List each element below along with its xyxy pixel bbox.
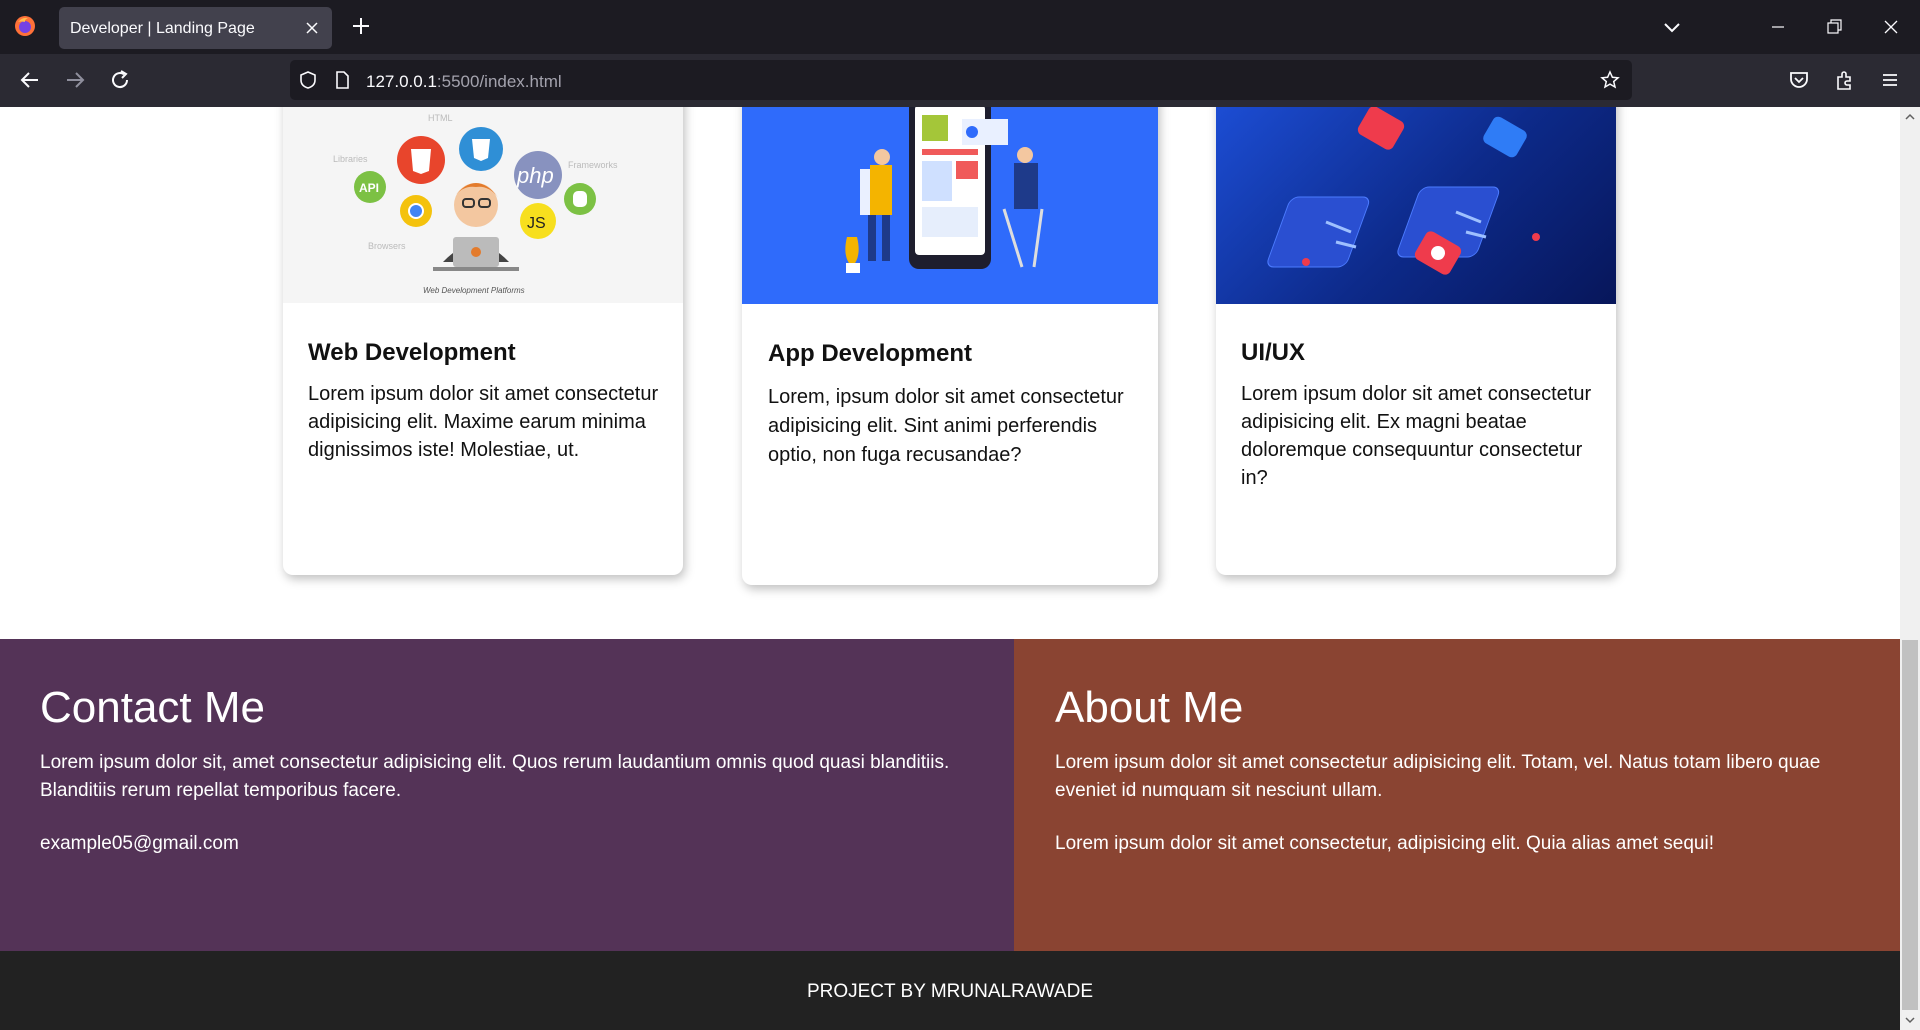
footer-credit: PROJECT BY MRUNALRAWADE [806, 981, 1094, 1002]
illustration-libraries-label: Libraries [333, 154, 368, 164]
restore-icon[interactable] [1823, 16, 1845, 38]
list-all-tabs-icon[interactable] [1664, 20, 1680, 34]
card-description: Lorem ipsum dolor sit amet consectetur a… [1241, 383, 1592, 489]
forward-arrow-icon[interactable] [63, 68, 87, 92]
illustration-frameworks-label: Frameworks [568, 160, 618, 170]
vertical-scrollbar[interactable] [1900, 107, 1920, 1030]
card-title: Web Development [308, 339, 516, 366]
app-development-illustration [742, 107, 1158, 304]
card-app-development: App Development Lorem, ipsum dolor sit a… [742, 107, 1158, 585]
developer-avatar-icon [454, 183, 498, 227]
bookmark-star-icon[interactable] [1600, 70, 1620, 90]
scroll-up-arrow-icon[interactable] [1904, 111, 1916, 123]
app-dev-illustration-graphic [845, 107, 1044, 273]
web-dev-illustration-graphic: HTML Libraries Frameworks Browsers php A… [333, 113, 618, 295]
api-badge-label: API [359, 181, 379, 195]
js-badge-label: JS [527, 215, 546, 232]
page-icon[interactable] [332, 70, 352, 90]
minimize-icon[interactable] [1767, 16, 1789, 38]
footer: PROJECT BY MRUNALRAWADE [0, 951, 1900, 1030]
shield-icon[interactable] [298, 70, 318, 90]
contact-section: Contact Me Lorem ipsum dolor sit, amet c… [0, 639, 1014, 951]
card-title: App Development [768, 340, 973, 367]
ui-ux-illustration-graphic [1267, 107, 1540, 275]
card-description: Lorem, ipsum dolor sit amet consectetur … [768, 386, 1124, 466]
illustration-browsers-label: Browsers [368, 241, 406, 251]
extensions-icon[interactable] [1833, 68, 1857, 92]
card-ui-ux: UI/UX Lorem ipsum dolor sit amet consect… [1216, 107, 1616, 575]
about-description-2: Lorem ipsum dolor sit amet consectetur, … [1055, 833, 1714, 854]
about-section: About Me Lorem ipsum dolor sit amet cons… [1014, 639, 1900, 951]
contact-description: Lorem ipsum dolor sit, amet consectetur … [40, 752, 950, 801]
phone-ux-card-icon [1267, 196, 1370, 268]
url-bar[interactable]: 127.0.0.1:5500/index.html [290, 60, 1632, 100]
url-path: :5500/index.html [436, 72, 562, 91]
new-tab-icon[interactable] [352, 17, 370, 35]
card-description: Lorem ipsum dolor sit amet consectetur a… [308, 383, 659, 461]
php-badge-label: php [516, 163, 554, 188]
about-description-1: Lorem ipsum dolor sit amet consectetur a… [1055, 752, 1821, 801]
card-title: UI/UX [1241, 339, 1306, 366]
illustration-caption: Web Development Platforms [423, 286, 525, 295]
active-tab[interactable]: Developer | Landing Page [59, 7, 332, 49]
url-host: 127.0.0.1 [366, 72, 437, 91]
card-web-development: HTML Libraries Frameworks Browsers php A… [283, 107, 683, 575]
close-window-icon[interactable] [1880, 16, 1902, 38]
browser-tab-bar: Developer | Landing Page [0, 0, 1920, 54]
pocket-icon[interactable] [1787, 68, 1811, 92]
web-development-illustration: HTML Libraries Frameworks Browsers php A… [283, 107, 683, 303]
contact-title: Contact Me [40, 683, 265, 732]
back-arrow-icon[interactable] [18, 68, 42, 92]
url-text[interactable]: 127.0.0.1:5500/index.html [366, 72, 562, 92]
browser-nav-bar: 127.0.0.1:5500/index.html [0, 54, 1920, 107]
contact-email: example05@gmail.com [40, 833, 239, 854]
tab-title: Developer | Landing Page [70, 20, 255, 37]
scroll-down-arrow-icon[interactable] [1904, 1014, 1916, 1026]
firefox-logo-icon[interactable] [14, 15, 36, 37]
menu-hamburger-icon[interactable] [1878, 68, 1902, 92]
illustration-html-label: HTML [428, 113, 453, 123]
ui-ux-illustration [1216, 107, 1616, 304]
android-icon [922, 115, 948, 141]
close-tab-icon[interactable] [304, 20, 320, 36]
page-viewport: HTML Libraries Frameworks Browsers php A… [0, 107, 1920, 1030]
scrollbar-thumb[interactable] [1902, 640, 1918, 1010]
reload-icon[interactable] [108, 68, 132, 92]
about-title: About Me [1055, 683, 1244, 732]
